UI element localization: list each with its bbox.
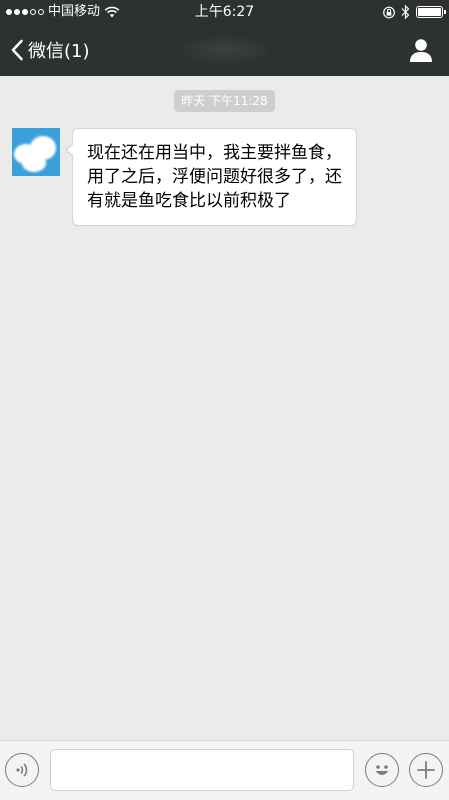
avatar[interactable] — [12, 128, 60, 176]
chevron-left-icon — [11, 39, 23, 61]
nav-bar: 微信(1) — [0, 24, 449, 76]
chat-title — [180, 36, 270, 64]
orientation-lock-icon — [383, 6, 395, 18]
plus-button[interactable] — [409, 753, 443, 787]
emoji-button[interactable] — [365, 753, 399, 787]
message-bubble[interactable]: 现在还在用当中，我主要拌鱼食，用了之后，浮便问题好很多了，还有就是鱼吃食比以前积… — [65, 128, 357, 226]
status-right — [383, 5, 446, 19]
message-input[interactable] — [50, 749, 354, 791]
voice-button[interactable] — [5, 753, 39, 787]
plus-icon — [417, 761, 435, 779]
back-button[interactable]: 微信(1) — [10, 24, 90, 76]
bluetooth-icon — [401, 5, 410, 19]
voice-icon — [16, 763, 28, 777]
timestamp-row: 昨天 下午11:28 — [0, 90, 449, 112]
message-text: 现在还在用当中，我主要拌鱼食，用了之后，浮便问题好很多了，还有就是鱼吃食比以前积… — [87, 143, 342, 211]
status-time: 上午6:27 — [194, 4, 255, 20]
input-bar — [0, 740, 449, 800]
battery-icon — [416, 6, 446, 18]
person-icon[interactable] — [407, 36, 435, 64]
emoji-icon — [375, 765, 389, 775]
status-bar: 中国移动 上午6:27 — [0, 0, 449, 24]
back-label: 微信(1) — [28, 41, 90, 62]
battery-level — [418, 8, 441, 16]
message-timestamp: 昨天 下午11:28 — [174, 90, 275, 112]
